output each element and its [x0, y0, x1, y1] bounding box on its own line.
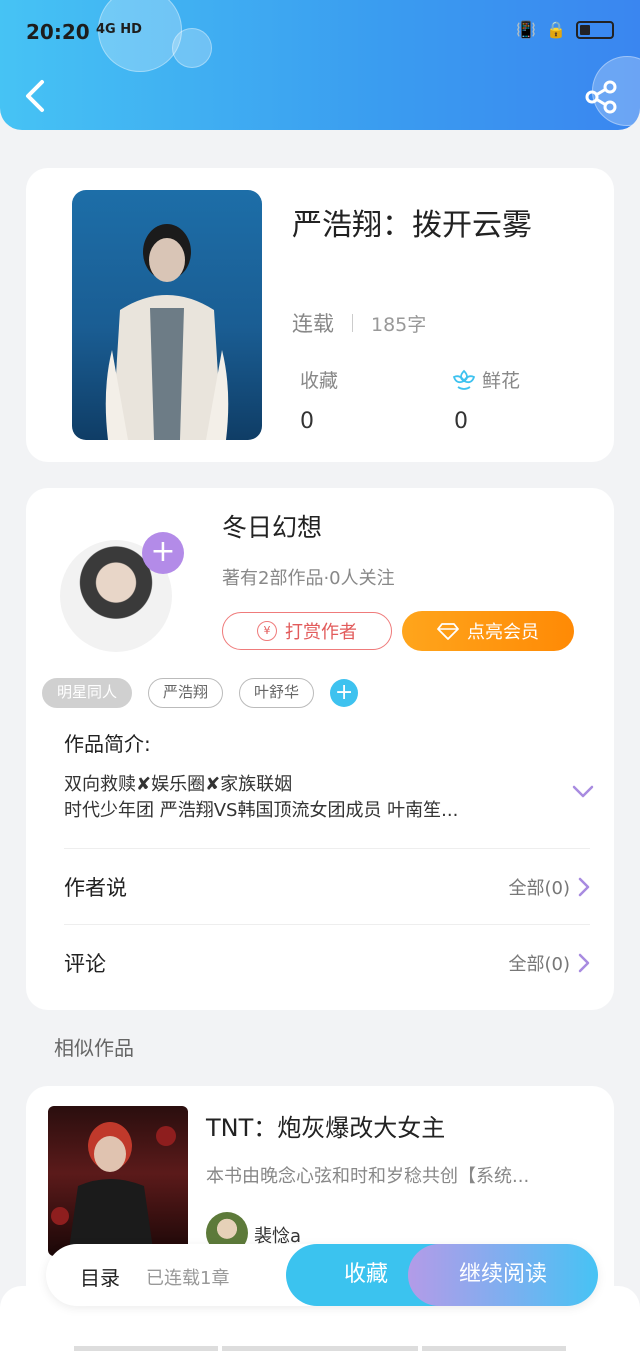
favorites-count: 0: [300, 409, 314, 434]
favorites-stat: 收藏 0: [300, 366, 338, 434]
cover-figure: [105, 224, 229, 440]
add-tag-icon[interactable]: +: [330, 679, 359, 707]
status-bar: 20:20 4G HD 📳 🔒: [0, 0, 640, 66]
reward-author-button[interactable]: ¥ 打赏作者: [222, 612, 392, 650]
intro-line: 双向救赎✘娱乐圈✘家族联姻: [64, 774, 293, 795]
divider: [352, 314, 353, 332]
author-says-row[interactable]: 作者说 全部(0): [64, 848, 590, 924]
chevron-right-icon: [578, 953, 590, 972]
diamond-icon: [437, 623, 459, 640]
tag-list: 明星同人 严浩翔 叶舒华 +: [42, 678, 359, 708]
author-info: 著有2部作品·0人关注: [222, 568, 395, 589]
favorites-label: 收藏: [300, 370, 339, 392]
vibrate-icon: 📳: [516, 20, 537, 39]
author-card: + 冬日幻想 著有2部作品·0人关注 ¥ 打赏作者 点亮会员 明星同人 严浩翔 …: [26, 488, 614, 1010]
nav-indicator: [74, 1346, 218, 1351]
tag[interactable]: 叶舒华: [239, 678, 315, 708]
network-indicator: 4G HD: [96, 22, 142, 37]
bottom-action-bar: 目录 已连载1章 收藏 继续阅读: [46, 1244, 598, 1306]
similar-cover-figure: [51, 1122, 176, 1256]
chevron-down-icon[interactable]: [572, 784, 594, 800]
comments-title: 评论: [64, 951, 106, 976]
yen-icon: ¥: [257, 621, 277, 641]
toc-button[interactable]: 目录: [80, 1262, 120, 1291]
serial-status: 连载: [292, 312, 334, 336]
battery-icon: [576, 20, 614, 39]
system-icons: 📳 🔒: [516, 20, 614, 39]
status-time: 20:20: [26, 20, 90, 44]
comments-all: 全部(0): [509, 950, 591, 976]
tag[interactable]: 明星同人: [42, 678, 133, 708]
similar-section-title: 相似作品: [54, 1036, 134, 1060]
continue-reading-button[interactable]: 继续阅读: [408, 1244, 598, 1306]
similar-desc: 本书由晚念心弦和时和岁稔共创【系统...: [206, 1166, 530, 1187]
reward-label: 打赏作者: [285, 622, 357, 643]
lock-icon: 🔒: [546, 20, 566, 39]
author-says-title: 作者说: [64, 875, 127, 900]
book-title: 严浩翔：拨开云雾: [292, 208, 532, 243]
intro-line: 时代少年团 严浩翔VS韩国顶流女团成员 叶南笙...: [64, 800, 459, 821]
comments-row[interactable]: 评论 全部(0): [64, 924, 590, 1000]
tag[interactable]: 严浩翔: [148, 678, 224, 708]
book-info-card: 严浩翔：拨开云雾 连载 185字 收藏 0 鲜花 0: [26, 168, 614, 462]
share-icon[interactable]: [584, 80, 618, 114]
similar-title: TNT：炮灰爆改大女主: [206, 1114, 446, 1142]
follow-plus-icon[interactable]: +: [142, 532, 184, 574]
word-count: 185字: [371, 313, 427, 336]
flowers-label: 鲜花: [482, 370, 521, 392]
back-icon[interactable]: [22, 78, 52, 114]
nav-indicator: [222, 1346, 418, 1351]
similar-cover[interactable]: [48, 1106, 188, 1256]
comments-count: 全部(0): [508, 953, 571, 975]
intro-label: 作品简介:: [64, 732, 151, 756]
book-cover[interactable]: [72, 190, 262, 440]
author-says-count: 全部(0): [508, 877, 571, 899]
author-says-all: 全部(0): [509, 874, 591, 900]
header: 20:20 4G HD 📳 🔒: [0, 0, 640, 130]
author-name[interactable]: 冬日幻想: [222, 508, 322, 544]
chevron-right-icon: [578, 877, 590, 896]
flowers-stat[interactable]: 鲜花 0: [452, 366, 520, 434]
vip-button[interactable]: 点亮会员: [402, 611, 574, 651]
chapter-count: 已连载1章: [146, 1268, 230, 1289]
nav-indicator: [422, 1346, 566, 1351]
book-meta: 连载 185字: [292, 308, 426, 338]
flowers-count: 0: [454, 409, 468, 434]
vip-label: 点亮会员: [467, 622, 539, 643]
flower-icon: [452, 369, 476, 390]
intro-text: 双向救赎✘娱乐圈✘家族联姻 时代少年团 严浩翔VS韩国顶流女团成员 叶南笙...: [64, 772, 544, 824]
